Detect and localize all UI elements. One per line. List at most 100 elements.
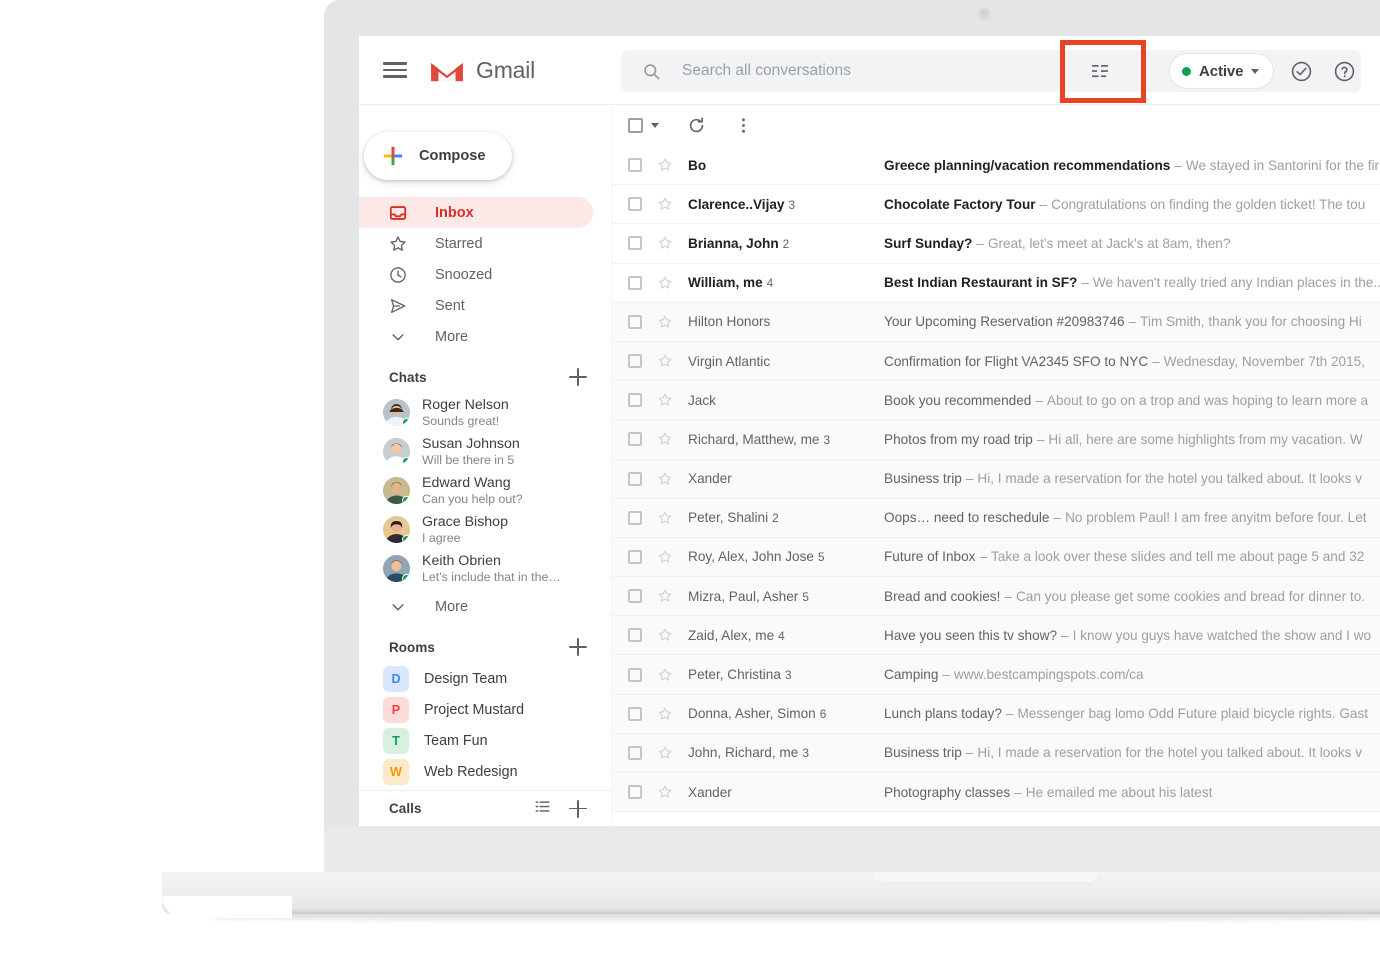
table-row[interactable]: Xander Business trip – Hi, I made a reserva…: [612, 459, 1380, 499]
sidebar-item-inbox[interactable]: Inbox: [359, 197, 593, 228]
table-row[interactable]: John, Richard, me 3 Business trip – Hi, I ma…: [612, 733, 1380, 773]
star-icon[interactable]: [656, 391, 674, 409]
star-icon[interactable]: [656, 156, 674, 174]
star-icon[interactable]: [656, 509, 674, 527]
row-checkbox[interactable]: [628, 158, 642, 173]
row-checkbox[interactable]: [628, 706, 642, 721]
chat-list-item[interactable]: Grace Bishop I agree: [359, 510, 611, 549]
online-status-dot: [402, 574, 410, 582]
row-message-count: 3: [802, 746, 809, 761]
row-checkbox[interactable]: [628, 471, 642, 486]
hamburger-icon[interactable]: [383, 58, 407, 82]
table-row[interactable]: Bo Greece planning/vacation recommendatio…: [612, 146, 1380, 186]
room-list-item[interactable]: D Design Team: [359, 663, 611, 694]
row-checkbox[interactable]: [628, 432, 642, 447]
display-density-icon[interactable]: [1080, 52, 1120, 90]
row-checkbox[interactable]: [628, 314, 642, 329]
row-checkbox[interactable]: [628, 549, 642, 564]
table-row[interactable]: Hilton Honors Your Upcoming Reservation #…: [612, 302, 1380, 342]
row-body: Your Upcoming Reservation #20983746– Tim …: [884, 314, 1380, 329]
table-row[interactable]: Richard, Matthew, me 3 Photos from my road…: [612, 420, 1380, 460]
row-checkbox[interactable]: [628, 745, 642, 760]
star-icon[interactable]: [656, 195, 674, 213]
add-call-plus-icon[interactable]: [569, 799, 587, 818]
star-icon[interactable]: [656, 626, 674, 644]
row-checkbox[interactable]: [628, 667, 642, 682]
row-checkbox[interactable]: [628, 354, 642, 369]
chat-list-item[interactable]: Keith Obrien Let's include that in the…: [359, 549, 611, 588]
table-row[interactable]: Roy, Alex, John Jose 5 Future of Inbox – Tak…: [612, 537, 1380, 578]
chat-name: Edward Wang: [422, 475, 511, 491]
select-all-checkbox[interactable]: [628, 118, 643, 133]
room-list-item[interactable]: P Project Mustard: [359, 694, 611, 725]
star-icon[interactable]: [656, 430, 674, 448]
chevron-down-icon[interactable]: [651, 123, 659, 128]
sidebar-item-sent[interactable]: Sent: [359, 290, 593, 321]
call-list-icon[interactable]: [534, 798, 551, 820]
table-row[interactable]: Peter, Christina 3 Camping – www.bestcamping…: [612, 655, 1380, 695]
row-body: Confirmation for Flight VA2345 SFO to NY…: [884, 354, 1380, 369]
room-list-item[interactable]: T Team Fun: [359, 725, 611, 756]
star-icon[interactable]: [656, 783, 674, 801]
compose-button[interactable]: Compose: [364, 132, 512, 180]
add-room-plus-icon[interactable]: [569, 638, 587, 656]
chat-list-item[interactable]: Roger Nelson Sounds great!: [359, 393, 611, 432]
table-row[interactable]: Peter, Shalini 2 Oops… need to reschedule –…: [612, 498, 1380, 538]
row-sender: William, me 4: [688, 275, 774, 291]
room-list-item[interactable]: W Web Redesign: [359, 756, 611, 787]
table-row[interactable]: Xander Photography classes – He emailed me …: [612, 773, 1380, 813]
row-checkbox[interactable]: [628, 785, 642, 800]
row-checkbox[interactable]: [628, 197, 642, 212]
table-row[interactable]: Virgin Atlantic Confirmation for Flight V…: [612, 341, 1380, 382]
table-row[interactable]: Donna, Asher, Simon 6 Lunch plans today? – M…: [612, 694, 1380, 734]
avatar: [383, 555, 410, 582]
star-icon[interactable]: [656, 548, 674, 566]
star-icon[interactable]: [656, 666, 674, 684]
star-icon[interactable]: [656, 274, 674, 292]
star-icon[interactable]: [656, 705, 674, 723]
sidebar-nav: Inbox Starred Snoozed Sent More: [359, 197, 611, 352]
row-separator: –: [1053, 510, 1062, 526]
table-row[interactable]: William, me 4 Best Indian Restaurant in SF…: [612, 263, 1380, 303]
chats-title: Chats: [389, 369, 427, 385]
help-question-circle-icon[interactable]: [1327, 54, 1361, 88]
table-row[interactable]: Mizra, Paul, Asher 5 Bread and cookies! – Ca…: [612, 577, 1380, 617]
row-message-count: 4: [778, 628, 785, 643]
status-badge[interactable]: Active: [1169, 53, 1275, 89]
chat-list-item[interactable]: Susan Johnson Will be there in 5: [359, 432, 611, 471]
row-checkbox[interactable]: [628, 236, 642, 251]
avatar: [383, 516, 410, 543]
kebab-menu-icon[interactable]: [733, 116, 753, 136]
online-status-dot: [402, 535, 410, 543]
table-row[interactable]: Brianna, John 2 Surf Sunday? – Great, let's …: [612, 224, 1380, 264]
row-checkbox[interactable]: [628, 589, 642, 604]
refresh-icon[interactable]: [686, 116, 706, 136]
room-avatar: P: [383, 696, 409, 723]
sidebar-item-more[interactable]: More: [359, 321, 593, 352]
sidebar-item-starred[interactable]: Starred: [359, 228, 593, 259]
star-icon[interactable]: [656, 470, 674, 488]
add-chat-plus-icon[interactable]: [569, 368, 587, 386]
row-sender: Zaid, Alex, me 4: [688, 627, 785, 643]
row-checkbox[interactable]: [628, 275, 642, 290]
table-row[interactable]: Clarence..Vijay 3 Chocolate Factory Tour – C…: [612, 185, 1380, 225]
table-row[interactable]: Jack Book you recommended – About to go on …: [612, 381, 1380, 421]
row-checkbox[interactable]: [628, 393, 642, 408]
chat-list-item[interactable]: Edward Wang Can you help out?: [359, 471, 611, 510]
star-icon[interactable]: [656, 587, 674, 605]
kebab-menu-icon[interactable]: [1369, 54, 1380, 88]
tasks-check-circle-icon[interactable]: [1284, 54, 1318, 88]
star-icon[interactable]: [656, 352, 674, 370]
chats-more-item[interactable]: More: [359, 591, 593, 622]
star-icon[interactable]: [656, 744, 674, 762]
row-checkbox[interactable]: [628, 510, 642, 525]
star-icon[interactable]: [656, 313, 674, 331]
row-sender: Bo: [688, 157, 707, 173]
table-row[interactable]: Zaid, Alex, me 4 Have you seen this tv sho…: [612, 616, 1380, 656]
star-icon[interactable]: [656, 234, 674, 252]
row-snippet: He emailed me about his latest: [1025, 784, 1213, 800]
row-separator: –: [1039, 196, 1048, 212]
room-avatar: W: [383, 758, 409, 785]
sidebar-item-snoozed[interactable]: Snoozed: [359, 259, 593, 290]
row-checkbox[interactable]: [628, 628, 642, 643]
